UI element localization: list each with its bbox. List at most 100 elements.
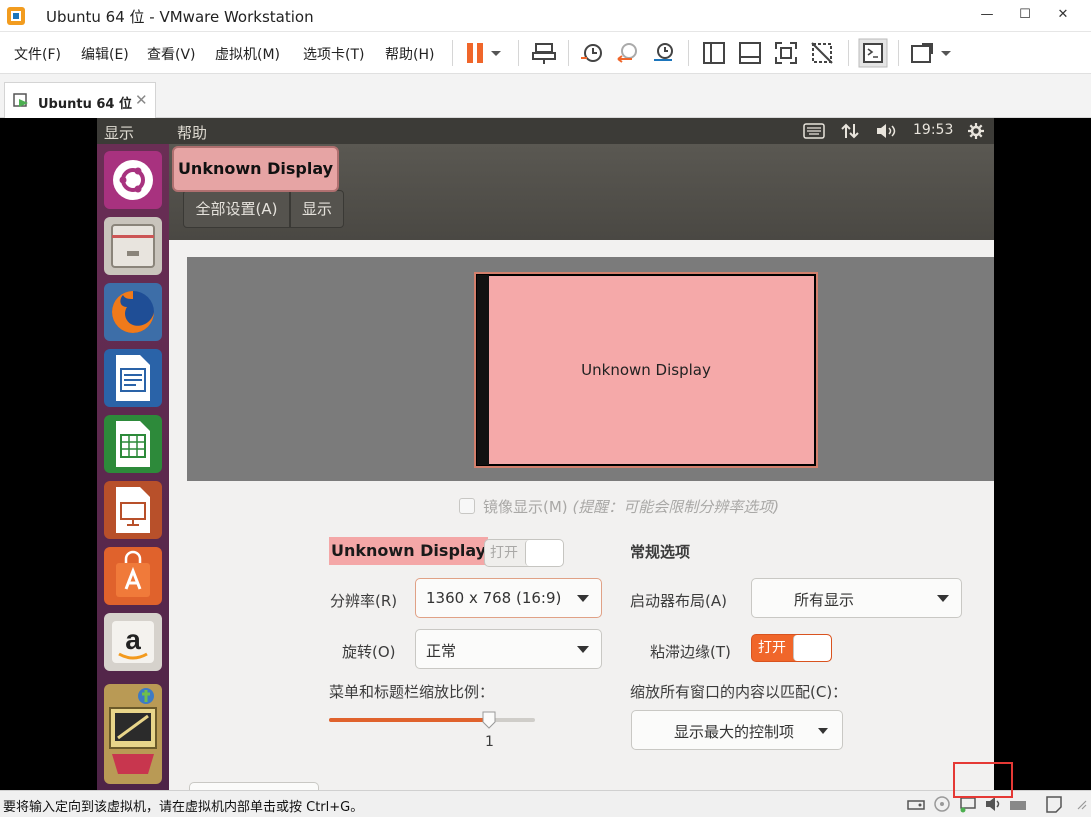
toolbar-separator: [688, 40, 689, 66]
partial-bottom-button[interactable]: [189, 782, 319, 790]
rotation-value: 正常: [426, 642, 457, 660]
guest-menu-display[interactable]: 显示: [104, 122, 134, 143]
hard-disk-icon[interactable]: [906, 795, 926, 813]
sticky-edges-toggle[interactable]: 打开: [751, 634, 832, 662]
dropdown-arrow-icon: [577, 646, 589, 653]
menu-view[interactable]: 查看(V): [147, 44, 196, 64]
display-breadcrumb-button[interactable]: 显示: [290, 190, 344, 228]
dropdown-arrow-icon: [818, 728, 828, 734]
vmware-logo-icon: [7, 7, 25, 25]
fullscreen-icon[interactable]: [772, 40, 800, 66]
ubuntu-topbar: 显示 帮助 19:53: [97, 118, 994, 144]
all-settings-button[interactable]: 全部设置(A): [183, 190, 290, 228]
toggle-on-label: 打开: [758, 640, 786, 656]
toolbar-separator: [568, 40, 569, 66]
tab-label: Ubuntu 64 位: [38, 97, 132, 112]
stretch-view-icon[interactable]: [908, 40, 936, 66]
launcher-impress[interactable]: [104, 481, 162, 539]
scale-all-select[interactable]: 显示最大的控制项: [631, 710, 843, 750]
toolbar-separator: [848, 40, 849, 66]
send-keys-icon[interactable]: [530, 40, 558, 66]
checkbox-icon[interactable]: [459, 498, 475, 514]
scale-slider[interactable]: [327, 708, 541, 732]
gear-icon[interactable]: [967, 122, 985, 140]
vmware-menubar: 文件(F) 编辑(E) 查看(V) 虚拟机(M) 选项卡(T) 帮助(H): [0, 32, 1091, 74]
toolbar-separator: [452, 40, 453, 66]
libreoffice-writer-icon: [116, 355, 150, 401]
launcher-dash[interactable]: [104, 151, 162, 209]
file-cabinet-icon: [111, 224, 155, 268]
launcher-software[interactable]: [104, 547, 162, 605]
vmware-statusbar: 要将输入定向到该虚拟机，请在虚拟机内部单击或按 Ctrl+G。: [0, 790, 1091, 817]
snapshot-manager-icon[interactable]: [650, 40, 678, 66]
guest-menu-help[interactable]: 帮助: [177, 122, 207, 143]
amazon-icon: a: [112, 621, 154, 663]
ubuntu-launcher: a: [97, 144, 169, 790]
toggle-knob: [793, 635, 831, 661]
resolution-select[interactable]: 1360 x 768 (16:9): [415, 578, 602, 618]
revert-snapshot-icon[interactable]: [614, 40, 642, 66]
console-view-icon[interactable]: [858, 38, 888, 68]
display-power-toggle[interactable]: 打开: [484, 539, 564, 567]
mirror-display-checkbox[interactable]: 镜像显示(M) (提醒：可能会限制分辨率选项): [459, 496, 779, 517]
launcher-placement-select[interactable]: 所有显示: [751, 578, 962, 618]
toolbar-separator: [518, 40, 519, 66]
notes-icon[interactable]: [1044, 795, 1064, 813]
menu-tabs[interactable]: 选项卡(T): [303, 44, 364, 64]
scale-label: 菜单和标题栏缩放比例：: [329, 683, 495, 701]
firefox-icon: [112, 291, 154, 333]
dropdown-arrow-icon: [577, 595, 589, 602]
launcher-placement-label: 启动器布局(A): [630, 592, 727, 610]
keyboard-icon[interactable]: [803, 123, 825, 139]
launcher-firefox[interactable]: [104, 283, 162, 341]
scale-value: 1: [485, 734, 494, 750]
software-center-icon: [116, 550, 150, 597]
launcher-placement-value: 所有显示: [794, 591, 855, 609]
rotation-label: 旋转(O): [342, 643, 396, 661]
unity-mode-icon[interactable]: [808, 40, 836, 66]
pause-icon[interactable]: [462, 40, 490, 66]
maximize-button[interactable]: ☐: [1010, 4, 1040, 26]
minimize-button[interactable]: —: [972, 4, 1002, 26]
menu-edit[interactable]: 编辑(E): [81, 44, 129, 64]
dropdown-arrow-icon: [937, 595, 949, 602]
cd-rom-icon[interactable]: [932, 795, 952, 813]
scale-all-value: 显示最大的控制项: [674, 723, 795, 741]
launcher-calc[interactable]: [104, 415, 162, 473]
menu-help[interactable]: 帮助(H): [385, 44, 434, 64]
guest-screen[interactable]: 显示 帮助 19:53 a 全部设置(A) 显示 Unknown Display…: [97, 118, 994, 790]
tab-close-icon[interactable]: ✕: [135, 91, 148, 109]
rotation-select[interactable]: 正常: [415, 629, 602, 669]
mirror-label: 镜像显示(M): [483, 498, 568, 516]
chevron-down-icon[interactable]: [938, 40, 954, 66]
monitor-preview[interactable]: Unknown Display: [474, 272, 818, 468]
toolbar-separator: [898, 40, 899, 66]
chevron-down-icon[interactable]: [488, 40, 504, 66]
volume-icon[interactable]: [875, 123, 899, 139]
network-icon[interactable]: [840, 122, 860, 140]
toggle-on-label: 打开: [490, 545, 518, 561]
status-message: 要将输入定向到该虚拟机，请在虚拟机内部单击或按 Ctrl+G。: [3, 800, 364, 815]
menu-file[interactable]: 文件(F): [14, 44, 61, 64]
launcher-amazon[interactable]: a: [104, 613, 162, 671]
ubuntu-logo-icon: [113, 160, 153, 200]
menu-vm[interactable]: 虚拟机(M): [215, 44, 280, 64]
vm-icon: [13, 93, 28, 107]
vmware-tabbar: Ubuntu 64 位 ✕: [0, 74, 1091, 118]
launcher-writer[interactable]: [104, 349, 162, 407]
thumbnail-view-icon[interactable]: [736, 40, 764, 66]
mirror-hint: (提醒：可能会限制分辨率选项): [572, 498, 780, 516]
display-arrangement-preview: Unknown Display: [187, 257, 994, 481]
sidebar-view-icon[interactable]: [700, 40, 728, 66]
launcher-settings-stack[interactable]: [104, 684, 162, 784]
clock[interactable]: 19:53: [913, 122, 953, 138]
launcher-files[interactable]: [104, 217, 162, 275]
vmware-titlebar: Ubuntu 64 位 - VMware Workstation — ☐ ✕: [0, 0, 1091, 32]
snapshot-icon[interactable]: [578, 40, 606, 66]
close-button[interactable]: ✕: [1048, 4, 1078, 26]
scale-all-label: 缩放所有窗口的内容以匹配(C)：: [630, 683, 848, 701]
tab-ubuntu[interactable]: Ubuntu 64 位 ✕: [4, 82, 156, 118]
toggle-knob: [525, 540, 563, 566]
system-settings-icon: [109, 688, 157, 774]
resize-grip-icon[interactable]: [1072, 795, 1088, 813]
